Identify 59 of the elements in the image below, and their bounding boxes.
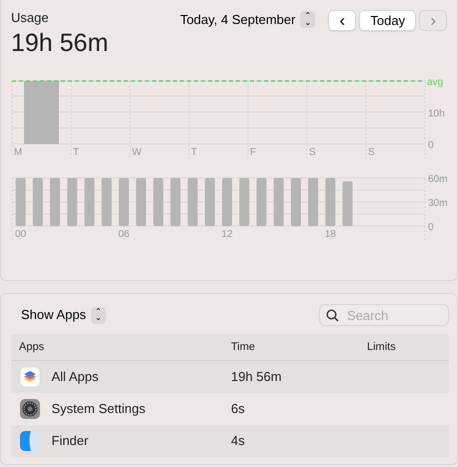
usage-time: 6s: [231, 401, 245, 416]
axis-label: 0: [428, 140, 434, 150]
bar: [342, 180, 353, 226]
axis-label: 30m: [428, 198, 448, 208]
axis-label: S: [368, 146, 375, 158]
bar: [136, 178, 146, 226]
axis-label: F: [250, 146, 256, 158]
app-name: System Settings: [52, 400, 146, 418]
axis-label: 60m: [428, 174, 448, 184]
today-button[interactable]: Today: [359, 10, 416, 31]
axis-label: S: [309, 146, 316, 158]
bar: [274, 178, 284, 226]
bar: [222, 178, 232, 226]
bar: [325, 178, 336, 226]
average-label: avg: [427, 76, 444, 88]
axis-label: 10h: [428, 108, 445, 119]
bar: [50, 178, 60, 226]
stack-icon: [19, 366, 41, 388]
bar: [118, 178, 129, 226]
bar: [32, 178, 43, 226]
axis-label: 00: [15, 228, 26, 240]
axis-label: 0: [428, 222, 434, 232]
axis-label: M: [14, 146, 22, 158]
split-square-icon: [19, 430, 41, 452]
column-header[interactable]: Apps: [19, 340, 44, 353]
stepper-icon: ⌃⌄: [300, 11, 316, 28]
bar: [239, 178, 250, 226]
usage-total: 19h 56m: [11, 28, 108, 58]
usage-time: 4s: [231, 433, 245, 448]
bar: [290, 178, 301, 226]
bar: [84, 178, 94, 226]
app-name: Finder: [52, 432, 88, 450]
bar: [16, 178, 26, 226]
axis-label: W: [132, 146, 142, 158]
usage-label: Usage: [11, 9, 50, 27]
column-header[interactable]: Limits: [367, 340, 396, 353]
axis-label: 18: [324, 228, 336, 240]
search-field[interactable]: Search: [319, 304, 449, 326]
gear-icon: [19, 398, 41, 420]
bar: [67, 178, 78, 226]
date-picker[interactable]: Today, 4 September ⌃⌄: [180, 10, 316, 30]
stepper-icon: ⌃⌄: [91, 306, 106, 324]
bar: [188, 178, 198, 226]
bar: [170, 178, 180, 226]
axis-label: T: [191, 146, 198, 158]
bar: [256, 178, 267, 226]
show-apps-dropdown[interactable]: Show Apps ⌃⌄: [21, 305, 106, 325]
bar: [204, 178, 215, 226]
column-header[interactable]: Time: [231, 340, 256, 353]
bar: [102, 178, 112, 226]
bar: [24, 80, 59, 144]
axis-label: 06: [118, 228, 130, 240]
usage-time: 19h 56m: [231, 369, 282, 384]
bar: [153, 178, 164, 226]
axis-label: 12: [222, 228, 233, 240]
axis-label: T: [73, 146, 80, 158]
previous-button[interactable]: ‹: [328, 10, 356, 31]
bar: [308, 178, 318, 226]
app-name: All Apps: [52, 368, 98, 386]
